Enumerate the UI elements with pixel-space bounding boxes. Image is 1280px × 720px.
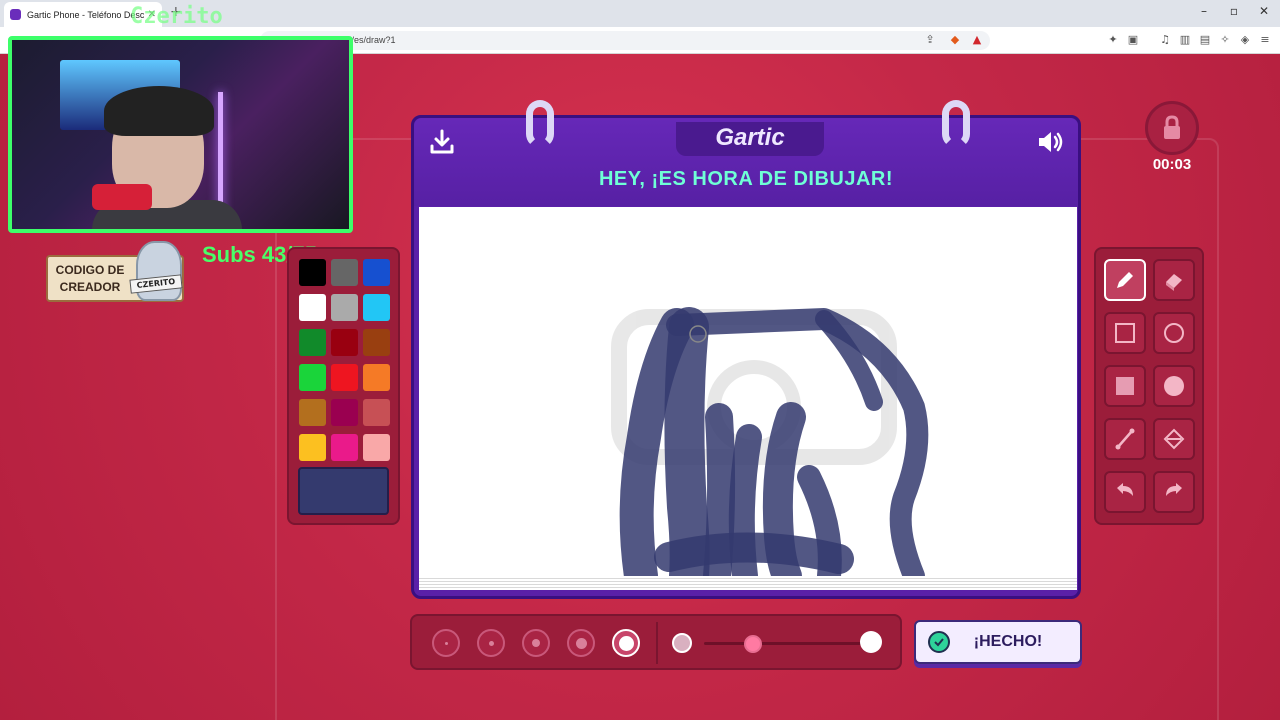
eraser-tool[interactable] <box>1153 259 1195 301</box>
rectangle-tool[interactable] <box>1104 312 1146 354</box>
brush-options-bar <box>410 614 902 670</box>
board-header: Gartic HEY, ¡ES HORA DE DIBUJAR! <box>414 118 1078 206</box>
tools-panel <box>1094 247 1204 525</box>
brush-size-1[interactable] <box>432 629 460 657</box>
lock-indicator <box>1145 101 1199 155</box>
color-swatch[interactable] <box>331 329 358 356</box>
done-label: ¡HECHO! <box>973 633 1043 650</box>
window-close-icon[interactable]: ✕ <box>1254 4 1274 18</box>
creator-code-badge: CODIGO DE CREADOR CZERITO <box>46 241 184 302</box>
color-swatch[interactable] <box>299 329 326 356</box>
color-swatch[interactable] <box>299 294 326 321</box>
drawing-canvas[interactable] <box>419 207 1077 576</box>
binder-ring-left <box>526 100 554 148</box>
drawing-board: Gartic HEY, ¡ES HORA DE DIBUJAR! <box>411 100 1081 599</box>
ellipse-tool[interactable] <box>1153 312 1195 354</box>
options-divider <box>656 622 658 664</box>
leo-icon[interactable]: ✧ <box>1218 33 1232 47</box>
color-swatch[interactable] <box>363 259 390 286</box>
streamer-name: Czerito <box>130 4 223 29</box>
current-color-swatch <box>298 467 389 515</box>
extensions-icon[interactable]: ✦ <box>1106 33 1120 47</box>
undo-icon <box>1117 483 1133 496</box>
check-icon <box>928 631 950 653</box>
color-swatch[interactable] <box>299 364 326 391</box>
vpn-icon[interactable]: ◈ <box>1238 33 1252 47</box>
brush-size-4[interactable] <box>567 629 595 657</box>
sound-button[interactable] <box>1034 126 1066 158</box>
rectangle-icon <box>1115 323 1135 343</box>
paper-stack-edge <box>419 576 1077 590</box>
gartic-logo: Gartic <box>715 124 785 151</box>
filled-rectangle-tool[interactable] <box>1104 365 1146 407</box>
eraser-icon <box>1166 274 1182 291</box>
color-swatch[interactable] <box>363 434 390 461</box>
opacity-min-icon <box>672 633 692 653</box>
download-icon <box>430 129 454 154</box>
line-icon <box>1115 428 1135 450</box>
pencil-tool[interactable] <box>1104 259 1146 301</box>
color-swatch[interactable] <box>331 399 358 426</box>
brave-shield-icon[interactable]: ◆ <box>948 33 962 47</box>
ellipse-icon <box>1164 323 1184 343</box>
undo-button[interactable] <box>1104 471 1146 513</box>
brush-size-2[interactable] <box>477 629 505 657</box>
color-swatch[interactable] <box>299 399 326 426</box>
rewards-icon[interactable]: ▲ <box>970 33 984 47</box>
filled-ellipse-icon <box>1164 376 1184 396</box>
logo-plate: Gartic <box>676 122 824 156</box>
color-swatch[interactable] <box>299 434 326 461</box>
done-button[interactable]: ¡HECHO! <box>914 620 1082 664</box>
download-button[interactable] <box>426 126 458 158</box>
brush-size-3[interactable] <box>522 629 550 657</box>
screenshot-icon[interactable]: ▣ <box>1126 33 1140 47</box>
pencil-icon <box>1117 272 1133 288</box>
color-swatch[interactable] <box>331 259 358 286</box>
share-icon[interactable]: ⇪ <box>923 33 937 47</box>
lock-icon <box>1164 115 1180 139</box>
color-swatch[interactable] <box>363 294 390 321</box>
tab-title: Gartic Phone - Teléfono Desco <box>27 9 144 20</box>
filled-rectangle-icon <box>1116 377 1134 395</box>
line-tool[interactable] <box>1104 418 1146 460</box>
gartic-favicon-icon <box>10 9 21 20</box>
wallet-icon[interactable]: ▤ <box>1198 33 1212 47</box>
canvas-drawing <box>611 307 929 576</box>
color-swatch[interactable] <box>331 364 358 391</box>
redo-icon <box>1166 483 1182 496</box>
fill-bucket-tool[interactable] <box>1153 418 1195 460</box>
color-swatch[interactable] <box>331 434 358 461</box>
fill-bucket-icon <box>1163 428 1185 450</box>
round-timer: 00:03 <box>1152 156 1192 173</box>
opacity-slider[interactable] <box>704 642 868 645</box>
opacity-slider-handle[interactable] <box>744 635 763 653</box>
redo-button[interactable] <box>1153 471 1195 513</box>
address-bar[interactable]: m/es/draw?1 <box>260 31 990 50</box>
color-swatch[interactable] <box>331 294 358 321</box>
sidebar-icon[interactable]: ▥ <box>1178 33 1192 47</box>
color-swatch[interactable] <box>299 259 326 286</box>
minimize-icon[interactable]: – <box>1194 4 1214 18</box>
binder-ring-right <box>942 100 970 148</box>
filled-ellipse-tool[interactable] <box>1153 365 1195 407</box>
color-swatch[interactable] <box>363 329 390 356</box>
menu-icon[interactable]: ≡ <box>1258 33 1272 47</box>
webcam-overlay <box>8 36 353 233</box>
speaker-icon <box>1039 132 1063 152</box>
opacity-max-icon <box>860 631 882 653</box>
color-swatch[interactable] <box>363 399 390 426</box>
creator-code-label: CODIGO DE CREADOR <box>55 263 125 294</box>
brush-size-5[interactable] <box>612 629 640 657</box>
draw-prompt: HEY, ¡ES HORA DE DIBUJAR! <box>598 168 893 190</box>
maximize-icon[interactable]: ▫ <box>1224 4 1244 18</box>
media-icon[interactable]: ♫ <box>1158 33 1172 47</box>
color-swatch[interactable] <box>363 364 390 391</box>
